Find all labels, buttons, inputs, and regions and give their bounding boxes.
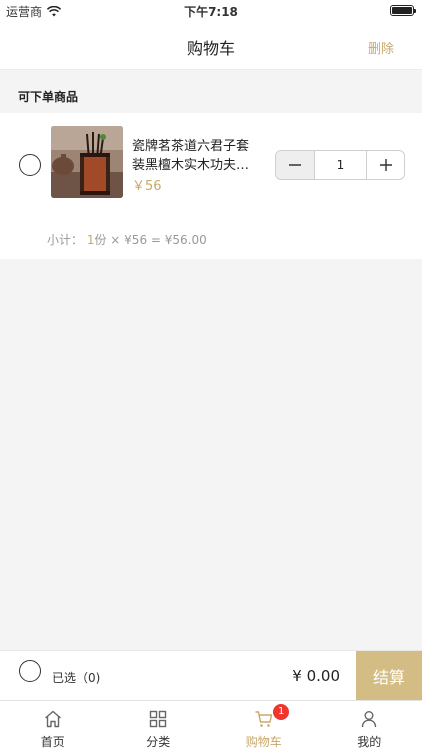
tab-cart[interactable]: 1 购物车 (211, 701, 317, 750)
user-icon (362, 711, 377, 728)
product-name-line1: 瓷牌茗茶道六君子套 (132, 139, 250, 154)
section-title: 可下单商品 (18, 90, 79, 104)
quantity-input[interactable]: 1 (315, 151, 366, 179)
home-icon (44, 710, 61, 728)
product-image[interactable] (51, 126, 123, 198)
decrease-quantity-button[interactable] (276, 151, 315, 179)
tab-label: 购物车 (245, 735, 282, 749)
status-time: 下午7:18 (184, 5, 238, 19)
item-select-radio[interactable] (19, 154, 41, 176)
minus-icon (289, 164, 301, 166)
product-price: ￥56 (132, 179, 162, 194)
checkout-button[interactable]: 结算 (356, 651, 422, 701)
product-name-line2: 装黑檀木实木功夫… (132, 158, 250, 173)
selected-count: 已选（0) (52, 671, 101, 685)
increase-quantity-button[interactable] (366, 151, 404, 179)
plus-icon (379, 159, 392, 171)
item-subtotal: 小计： 1份 × ¥56 = ¥56.00 (47, 231, 207, 248)
delete-button[interactable]: 删除 (368, 38, 394, 57)
total-price: ¥ 0.00 (292, 667, 340, 685)
subtotal-label: 小计： (47, 233, 84, 247)
nav-bar: 购物车 删除 (0, 22, 422, 70)
tab-home[interactable]: 首页 (0, 701, 106, 750)
subtotal-calculation: 份 × ¥56 = ¥56.00 (94, 233, 207, 247)
tab-label: 分类 (146, 735, 171, 749)
tab-category[interactable]: 分类 (106, 701, 212, 750)
tab-bar: 首页 分类 1 购物车 我的 (0, 700, 422, 750)
status-bar: 运营商 下午7:18 (0, 0, 422, 22)
section-header: 可下单商品 (0, 71, 422, 113)
tab-label: 我的 (357, 735, 382, 749)
select-all-radio[interactable] (19, 660, 41, 682)
quantity-stepper: 1 (275, 150, 405, 180)
checkout-bar: 已选（0) ¥ 0.00 结算 (0, 650, 422, 701)
cart-icon (255, 711, 272, 727)
grid-icon (150, 710, 167, 728)
tab-profile[interactable]: 我的 (317, 701, 422, 750)
product-name[interactable]: 瓷牌茗茶道六君子套 装黑檀木实木功夫… (132, 137, 262, 175)
page-title: 购物车 (186, 39, 235, 58)
cart-badge: 1 (273, 704, 290, 720)
battery-icon (390, 5, 416, 16)
cart-item: 瓷牌茗茶道六君子套 装黑檀木实木功夫… ￥56 1 小计： 1份 × ¥56 =… (0, 113, 422, 259)
tab-label: 首页 (40, 735, 65, 749)
